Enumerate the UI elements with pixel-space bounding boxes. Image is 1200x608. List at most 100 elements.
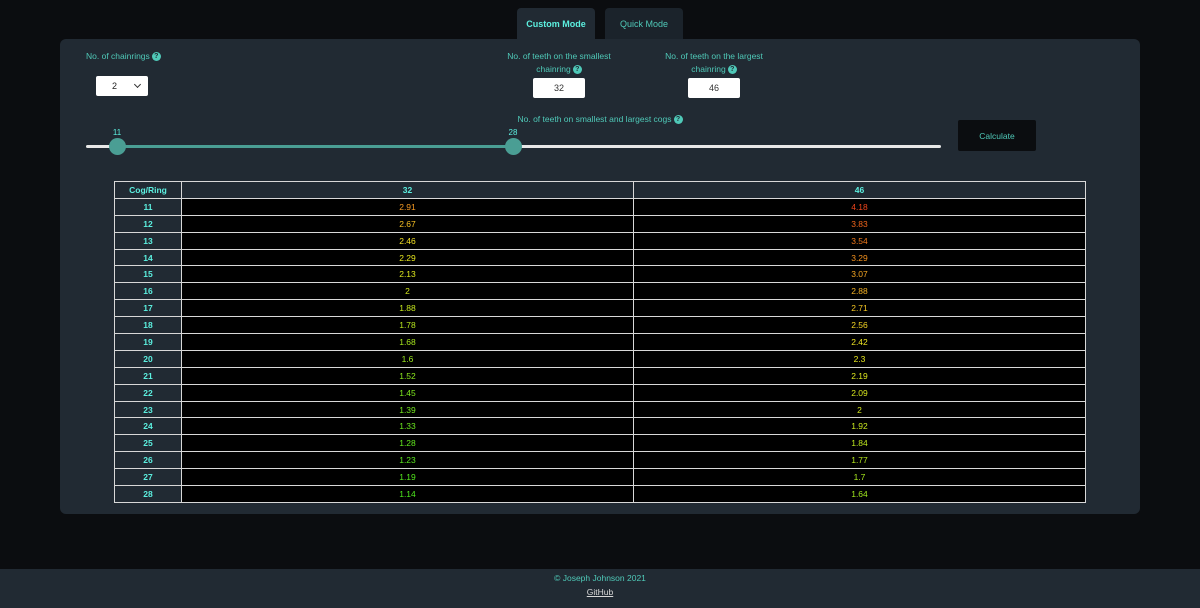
cog-cell: 24 — [114, 417, 182, 436]
ratio-cell: 1.84 — [633, 434, 1086, 453]
help-icon[interactable]: ? — [572, 65, 582, 75]
cog-cell: 25 — [114, 434, 182, 453]
ratio-cell: 1.19 — [181, 468, 634, 487]
cog-cell: 15 — [114, 265, 182, 284]
ratio-cell: 1.68 — [181, 333, 634, 351]
ratio-cell: 1.52 — [181, 366, 634, 385]
ratio-cell: 1.23 — [181, 451, 634, 470]
calculator-panel: No. of chainrings? 2 No. of teeth on the… — [60, 39, 1140, 514]
cog-cell: 12 — [114, 214, 182, 233]
cog-cell: 28 — [114, 485, 182, 503]
ratio-cell: 2.91 — [181, 197, 634, 216]
ratio-cell: 2.88 — [633, 282, 1086, 301]
ratio-cell: 1.14 — [181, 485, 634, 503]
ratio-cell: 1.88 — [181, 299, 634, 318]
table-row: 20 1.6 2.3 — [114, 349, 1086, 368]
table-row: 27 1.19 1.7 — [114, 468, 1086, 487]
table-row: 19 1.68 2.42 — [114, 333, 1086, 351]
help-icon[interactable]: ? — [673, 115, 683, 125]
ratio-cell: 2.67 — [181, 214, 634, 233]
table-row: 17 1.88 2.71 — [114, 299, 1086, 318]
table-row: 25 1.28 1.84 — [114, 434, 1086, 453]
gear-ratio-table: Cog/Ring 32 46 11 2.91 4.18 12 2.67 3.83 13 2.4… — [114, 181, 1086, 503]
cog-cell: 21 — [114, 366, 182, 385]
ratio-cell: 2.42 — [633, 333, 1086, 351]
smallest-chainring-label: No. of teeth on the smallest chainring? — [507, 51, 611, 75]
chainrings-label: No. of chainrings? — [86, 50, 161, 63]
ratio-cell: 1.45 — [181, 383, 634, 402]
ratio-cell: 1.92 — [633, 417, 1086, 436]
cog-cell: 13 — [114, 231, 182, 250]
table-row: 11 2.91 4.18 — [114, 197, 1086, 216]
cog-cell: 23 — [114, 400, 182, 419]
table-row: 14 2.29 3.29 — [114, 248, 1086, 267]
table-row: 16 2 2.88 — [114, 282, 1086, 301]
ratio-cell: 3.29 — [633, 248, 1086, 267]
ratio-cell: 1.77 — [633, 451, 1086, 470]
table-row: 28 1.14 1.64 — [114, 485, 1086, 503]
cog-min-handle[interactable] — [109, 138, 126, 155]
table-row: 15 2.13 3.07 — [114, 265, 1086, 284]
ratio-cell: 1.64 — [633, 485, 1086, 503]
ratio-cell: 2.3 — [633, 349, 1086, 368]
ratio-cell: 2 — [633, 400, 1086, 419]
chainrings-select[interactable]: 2 — [96, 76, 148, 96]
ratio-cell: 2.13 — [181, 265, 634, 284]
cog-cell: 11 — [114, 197, 182, 216]
ratio-cell: 1.28 — [181, 434, 634, 453]
cogs-label: No. of teeth on smallest and largest cog… — [400, 113, 800, 126]
cog-cell: 19 — [114, 333, 182, 351]
ratio-cell: 2.29 — [181, 248, 634, 267]
table-row: 22 1.45 2.09 — [114, 383, 1086, 402]
cog-max-handle[interactable] — [505, 138, 522, 155]
table-row: 23 1.39 2 — [114, 400, 1086, 419]
table-row: 26 1.23 1.77 — [114, 451, 1086, 470]
ratio-cell: 3.83 — [633, 214, 1086, 233]
header-cog-ring: Cog/Ring — [114, 181, 182, 199]
help-icon[interactable]: ? — [727, 65, 737, 75]
footer: © Joseph Johnson 2021 GitHub — [0, 569, 1200, 608]
ratio-cell: 2 — [181, 282, 634, 301]
ratio-cell: 4.18 — [633, 197, 1086, 216]
table-row: 12 2.67 3.83 — [114, 214, 1086, 233]
table-row: 18 1.78 2.56 — [114, 316, 1086, 335]
ratio-cell: 3.54 — [633, 231, 1086, 250]
ratio-cell: 2.19 — [633, 366, 1086, 385]
ratio-cell: 2.56 — [633, 316, 1086, 335]
cog-cell: 22 — [114, 383, 182, 402]
github-link[interactable]: GitHub — [587, 587, 613, 597]
table-row: 13 2.46 3.54 — [114, 231, 1086, 250]
ratio-cell: 2.46 — [181, 231, 634, 250]
cog-min-value: 11 — [112, 128, 122, 137]
header-ring-2: 46 — [633, 181, 1086, 199]
tab-quick-mode[interactable]: Quick Mode — [605, 8, 683, 39]
ratio-cell: 1.39 — [181, 400, 634, 419]
largest-chainring-label: No. of teeth on the largest chainring? — [665, 51, 763, 75]
ratio-cell: 1.78 — [181, 316, 634, 335]
cog-cell: 20 — [114, 349, 182, 368]
smallest-chainring-input[interactable] — [533, 78, 585, 98]
table-row: 24 1.33 1.92 — [114, 417, 1086, 436]
cog-range-slider-fill — [117, 145, 513, 148]
cog-cell: 17 — [114, 299, 182, 318]
cog-max-value: 28 — [508, 128, 518, 137]
ratio-cell: 1.6 — [181, 349, 634, 368]
ratio-cell: 1.33 — [181, 417, 634, 436]
ratio-cell: 2.09 — [633, 383, 1086, 402]
chevron-down-icon — [133, 80, 142, 89]
cog-cell: 18 — [114, 316, 182, 335]
cog-cell: 14 — [114, 248, 182, 267]
calculate-button[interactable]: Calculate — [958, 120, 1036, 151]
help-icon[interactable]: ? — [151, 52, 161, 62]
mode-tabs: Custom Mode Quick Mode — [517, 8, 683, 39]
tab-custom-mode[interactable]: Custom Mode — [517, 8, 595, 39]
largest-chainring-input[interactable] — [688, 78, 740, 98]
ratio-cell: 2.71 — [633, 299, 1086, 318]
ratio-cell: 3.07 — [633, 265, 1086, 284]
ratio-cell: 1.7 — [633, 468, 1086, 487]
cog-cell: 27 — [114, 468, 182, 487]
table-header-row: Cog/Ring 32 46 — [114, 181, 1086, 199]
cog-cell: 16 — [114, 282, 182, 301]
copyright-text: © Joseph Johnson 2021 — [554, 573, 646, 583]
header-ring-1: 32 — [181, 181, 634, 199]
